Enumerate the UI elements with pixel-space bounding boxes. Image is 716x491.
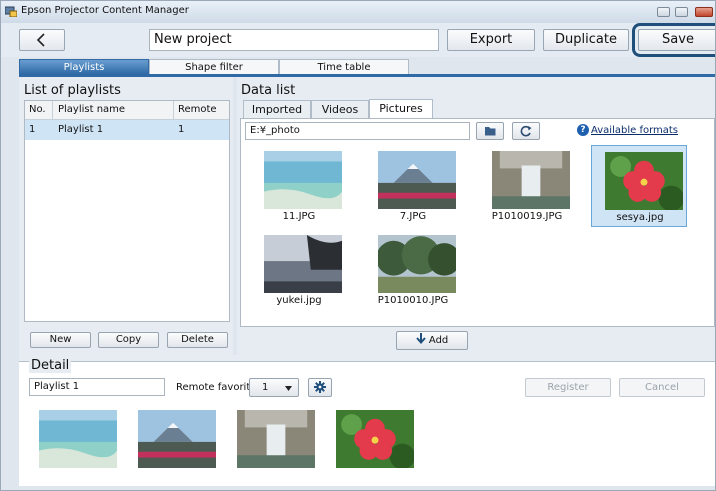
title-bar: Epson Projector Content Manager (1, 1, 715, 24)
export-button[interactable]: Export (447, 29, 535, 51)
detail-thumbnail[interactable] (138, 410, 216, 471)
picture-item[interactable]: 7.JPG (365, 145, 461, 227)
picture-thumbnail (378, 235, 456, 293)
chevron-down-icon (285, 386, 292, 391)
column-separator (52, 101, 53, 119)
picture-filename: P1010010.JPG (377, 295, 449, 306)
project-name-field[interactable]: New project (149, 29, 439, 51)
add-label: Add (428, 335, 449, 346)
table-row[interactable]: 1 Playlist 1 1 (25, 120, 229, 140)
picture-item[interactable]: 11.JPG (251, 145, 347, 227)
tab-videos[interactable]: Videos (311, 100, 369, 118)
remote-favorite-label: Remote favorite (176, 382, 257, 393)
playlist-name-field[interactable]: Playlist 1 (29, 378, 165, 396)
delete-playlist-button[interactable]: Delete (167, 332, 228, 348)
add-button[interactable]: Add (396, 331, 468, 350)
copy-playlist-button[interactable]: Copy (98, 332, 159, 348)
picture-item[interactable]: P1010010.JPG (365, 229, 461, 311)
chevron-left-icon (36, 33, 45, 47)
close-window-button[interactable] (695, 7, 713, 17)
window-title: Epson Projector Content Manager (21, 5, 189, 16)
cancel-button[interactable]: Cancel (619, 378, 705, 397)
detail-thumbnail[interactable] (39, 410, 117, 471)
picture-filename: 11.JPG (282, 211, 316, 222)
picture-item[interactable]: yukei.jpg (251, 229, 347, 311)
duplicate-button[interactable]: Duplicate (543, 29, 629, 51)
picture-thumbnail (492, 151, 570, 209)
column-separator (173, 101, 174, 119)
playlists-table: No. Playlist name Remote 1 Playlist 1 1 (24, 100, 230, 322)
data-list-title: Data list (241, 83, 296, 98)
table-header: No. Playlist name Remote (25, 101, 229, 120)
picture-item[interactable]: sesya.jpg (591, 145, 687, 227)
row-no: 1 (29, 124, 36, 135)
picture-item[interactable]: P1010019.JPG (479, 145, 575, 227)
tab-shape-filter[interactable]: Shape filter (149, 59, 279, 75)
folder-path-field[interactable]: E:¥_photo (245, 122, 470, 140)
remote-favorite-dropdown[interactable]: 1 (249, 378, 299, 397)
picture-thumbnail (264, 235, 342, 293)
picture-thumbnail (378, 151, 456, 209)
available-formats-link[interactable]: Available formats (591, 125, 678, 136)
new-playlist-button[interactable]: New (30, 332, 91, 348)
remote-favorite-value: 1 (262, 382, 269, 393)
maximize-button[interactable] (675, 7, 688, 17)
folder-open-icon (485, 127, 496, 136)
register-button[interactable]: Register (525, 378, 611, 397)
picture-filename: sesya.jpg (616, 212, 664, 223)
picture-filename: yukei.jpg (276, 295, 322, 306)
refresh-icon (520, 125, 532, 137)
picture-thumbnail (264, 151, 342, 209)
back-button[interactable] (19, 29, 65, 51)
column-header-no: No. (29, 104, 46, 115)
app-window: Epson Projector Content Manager New proj… (0, 0, 716, 491)
tab-playlists[interactable]: Playlists (19, 59, 149, 75)
tab-pictures[interactable]: Pictures (369, 99, 433, 119)
minimize-button[interactable] (657, 7, 670, 17)
detail-thumbnail[interactable] (237, 410, 315, 471)
main-tabs: Playlists Shape filter Time table (19, 59, 715, 75)
settings-button[interactable] (308, 378, 332, 397)
playlists-title: List of playlists (24, 83, 121, 98)
app-icon (5, 6, 17, 17)
save-button-highlight (632, 23, 715, 57)
help-icon[interactable]: ? (577, 124, 589, 136)
row-remote: 1 (178, 124, 185, 135)
arrow-down-icon (415, 333, 426, 345)
picture-thumbnail (605, 152, 683, 210)
refresh-button[interactable] (512, 122, 540, 140)
column-header-name: Playlist name (58, 104, 126, 115)
detail-thumbnail[interactable] (336, 410, 416, 471)
column-header-remote: Remote (178, 104, 217, 115)
detail-title: Detail (29, 358, 72, 373)
picture-filename: 7.JPG (399, 211, 427, 222)
picture-filename: P1010019.JPG (491, 211, 563, 222)
tab-imported[interactable]: Imported (243, 100, 311, 118)
row-name: Playlist 1 (58, 124, 104, 135)
tab-time-table[interactable]: Time table (279, 59, 409, 75)
gear-icon (314, 381, 326, 393)
browse-folder-button[interactable] (476, 122, 504, 140)
